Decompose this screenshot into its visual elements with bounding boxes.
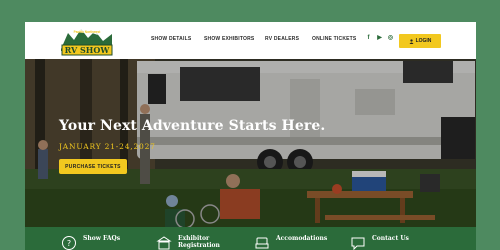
quick-link-label: Show FAQs bbox=[83, 235, 121, 242]
nav-rv-dealers[interactable]: RV DEALERS bbox=[265, 36, 299, 42]
quick-link-label: Contact Us bbox=[372, 235, 409, 242]
quick-link-label: Accomodations bbox=[276, 235, 328, 242]
login-button[interactable]: LOGIN bbox=[399, 34, 441, 48]
logo-text: RV SHOW bbox=[65, 45, 111, 55]
contact-icon bbox=[351, 237, 365, 250]
hero-title: Your Next Adventure Starts Here. bbox=[59, 118, 326, 134]
social-links: f ▶ ◎ bbox=[365, 35, 394, 42]
login-label: LOGIN bbox=[415, 38, 432, 44]
purchase-tickets-button[interactable]: PURCHASE TICKETS bbox=[59, 159, 127, 174]
nav-online-tickets[interactable]: ONLINE TICKETS bbox=[312, 36, 356, 42]
label-line-2: Registration bbox=[178, 242, 220, 249]
exhibitor-icon bbox=[156, 236, 172, 250]
label-line-1: Exhibitor bbox=[178, 235, 210, 242]
nav-show-details[interactable]: SHOW DETAILS bbox=[151, 36, 191, 42]
hero-banner: Your Next Adventure Starts Here. JANUARY… bbox=[25, 59, 476, 227]
quick-link-exhibitor-registration[interactable]: Exhibitor Registration bbox=[156, 235, 220, 250]
faq-icon: ? bbox=[62, 236, 76, 250]
quick-link-show-faqs[interactable]: ? Show FAQs bbox=[61, 235, 120, 250]
site-header: RV SHOW Pacific Northwest SHOW DETAILS S… bbox=[25, 22, 476, 59]
svg-text:?: ? bbox=[67, 239, 71, 248]
instagram-icon[interactable]: ◎ bbox=[387, 35, 394, 42]
browser-page: RV SHOW Pacific Northwest SHOW DETAILS S… bbox=[25, 22, 476, 250]
facebook-icon[interactable]: f bbox=[365, 35, 372, 42]
logo-arc-text: Pacific Northwest bbox=[74, 30, 102, 34]
youtube-icon[interactable]: ▶ bbox=[376, 35, 383, 42]
user-icon bbox=[409, 38, 414, 44]
bed-icon bbox=[255, 237, 269, 249]
nav-show-exhibitors[interactable]: SHOW EXHIBITORS bbox=[204, 36, 254, 42]
quick-links-bar: ? Show FAQs Exhibitor Registration Accom… bbox=[25, 227, 476, 250]
quick-link-contact-us[interactable]: Contact Us bbox=[350, 235, 409, 250]
hero-date: JANUARY 21-24,2027 bbox=[59, 142, 156, 151]
quick-link-label: Exhibitor Registration bbox=[178, 235, 220, 249]
quick-link-accomodations[interactable]: Accomodations bbox=[254, 235, 327, 250]
